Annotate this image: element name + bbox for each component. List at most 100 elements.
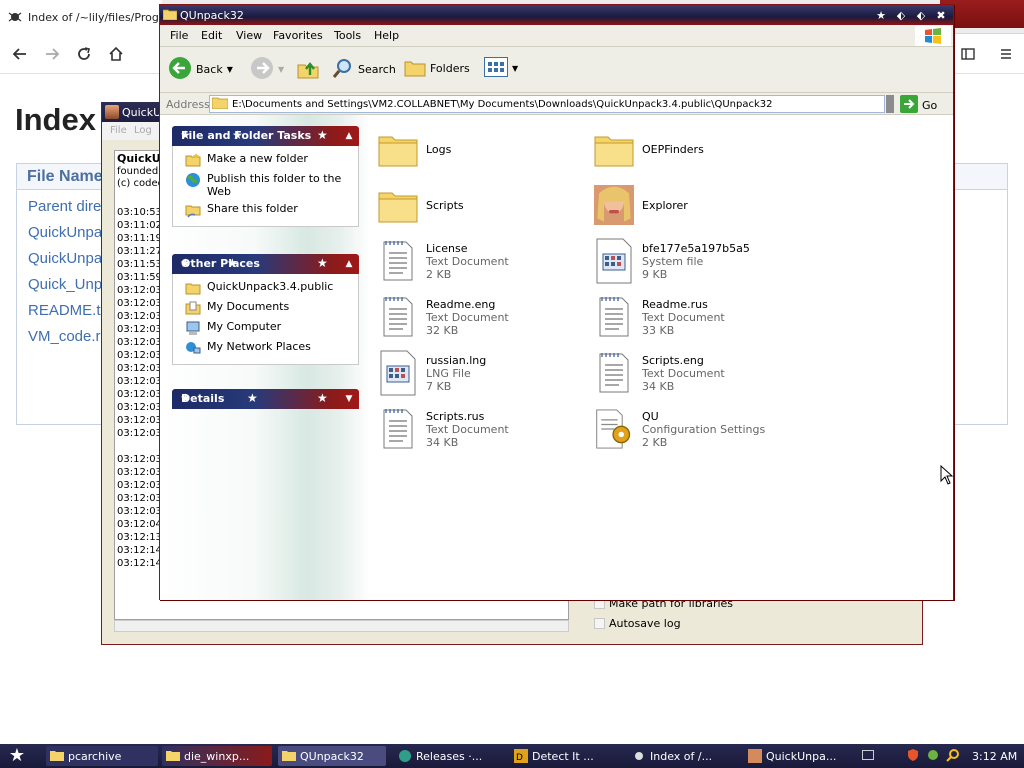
- star-icon[interactable]: ★: [872, 6, 890, 24]
- clock[interactable]: 3:12 AM: [972, 750, 1017, 763]
- horizontal-scrollbar[interactable]: [114, 620, 569, 632]
- file-item[interactable]: Readme.rus Text Document 33 KB: [594, 293, 725, 341]
- forward-arrow-icon[interactable]: [38, 40, 66, 68]
- taskbar-task-die-winxp[interactable]: die_winxp...: [162, 746, 272, 766]
- expand-chevron-icon[interactable]: ▼: [343, 393, 355, 405]
- file-text: OEPFinders: [642, 143, 704, 156]
- place-my-documents[interactable]: My Documents: [173, 298, 358, 318]
- menu-file[interactable]: File: [170, 29, 188, 42]
- security-shield-icon[interactable]: [906, 748, 920, 765]
- forward-button[interactable]: ▼: [250, 56, 284, 83]
- taskbar-task-releases[interactable]: Releases ·...: [394, 746, 502, 766]
- menu-view[interactable]: View: [236, 29, 262, 42]
- taskbar-task-detect-it[interactable]: D Detect It ...: [510, 746, 618, 766]
- home-icon[interactable]: [102, 40, 130, 68]
- file-item[interactable]: Readme.eng Text Document 32 KB: [378, 293, 509, 341]
- my-computer-icon: [185, 320, 201, 336]
- qu-menu-file[interactable]: File: [110, 125, 127, 136]
- file-item[interactable]: Scripts: [378, 181, 464, 229]
- file-item[interactable]: QU Configuration Settings 2 KB: [594, 405, 765, 453]
- place-my-computer[interactable]: My Computer: [173, 318, 358, 338]
- views-button[interactable]: ▼: [484, 57, 518, 80]
- back-button[interactable]: Back ▼: [168, 56, 233, 83]
- log-timestamp: 03:12:03: [117, 298, 162, 309]
- checkbox-label: Autosave log: [609, 617, 681, 630]
- file-link[interactable]: Quick_Unp: [28, 276, 102, 293]
- folder-icon: [282, 749, 296, 763]
- reload-icon[interactable]: [70, 40, 98, 68]
- taskbar-task-qunpack32[interactable]: QUnpack32: [278, 746, 386, 766]
- network-icon[interactable]: [926, 748, 940, 765]
- log-timestamp: 03:11:59: [117, 272, 162, 283]
- taskbar-task-pcarchive[interactable]: pcarchive: [46, 746, 158, 766]
- search-icon[interactable]: [946, 748, 960, 765]
- text-document-icon: [594, 293, 634, 341]
- qu-menu-log[interactable]: Log: [134, 125, 152, 136]
- collapse-chevron-icon[interactable]: ▲: [343, 258, 355, 270]
- log-timestamp: 03:12:03: [117, 324, 162, 335]
- file-text: License Text Document 2 KB: [426, 242, 509, 281]
- text-document-icon: [378, 237, 418, 285]
- publish-folder-task[interactable]: Publish this folder to the Web: [173, 170, 358, 200]
- log-timestamp: 03:12:03: [117, 415, 162, 426]
- file-item[interactable]: Logs: [378, 125, 451, 173]
- menu-help[interactable]: Help: [374, 29, 399, 42]
- file-item[interactable]: bfe177e5a197b5a5 System file 9 KB: [594, 237, 750, 285]
- file-link[interactable]: README.tx: [28, 302, 108, 319]
- dropdown-arrow-icon[interactable]: ▼: [512, 64, 518, 73]
- panel-body: QuickUnpack3.4.public My Documents My Co…: [172, 274, 359, 365]
- start-button[interactable]: ★: [4, 746, 30, 766]
- star-icon: ★: [317, 128, 328, 142]
- column-header-file-name[interactable]: File Name: [27, 168, 103, 186]
- autosave-log-checkbox[interactable]: Autosave log: [594, 617, 681, 630]
- share-folder-task[interactable]: Share this folder: [173, 200, 358, 220]
- taskbar-task-quickunpack[interactable]: QuickUnpa...: [744, 746, 852, 766]
- file-item[interactable]: russian.lng LNG File 7 KB: [378, 349, 486, 397]
- go-button[interactable]: Go: [900, 95, 937, 116]
- menu-tools[interactable]: Tools: [334, 29, 361, 42]
- dropdown-arrow-icon[interactable]: ▼: [227, 65, 233, 74]
- log-timestamp: 03:12:03: [117, 376, 162, 387]
- file-item[interactable]: OEPFinders: [594, 125, 704, 173]
- make-new-folder-task[interactable]: Make a new folder: [173, 150, 358, 170]
- menu-edit[interactable]: Edit: [201, 29, 222, 42]
- explorer-title: QUnpack32: [180, 8, 244, 22]
- address-dropdown-handle[interactable]: [886, 95, 894, 113]
- place-parent-folder[interactable]: QuickUnpack3.4.public: [173, 278, 358, 298]
- file-link[interactable]: Parent dire: [28, 198, 101, 215]
- maximize-button[interactable]: ⬖: [912, 6, 930, 24]
- file-type: Configuration Settings: [642, 422, 766, 436]
- panel-header[interactable]: File and Folder Tasks ★ ★ ★ ▲: [172, 126, 359, 146]
- log-timestamp: 03:12:03: [117, 389, 162, 400]
- file-item[interactable]: Explorer: [594, 181, 688, 229]
- collapse-chevron-icon[interactable]: ▲: [343, 130, 355, 142]
- panel-header[interactable]: Details ★ ★ ★ ▼: [172, 389, 359, 409]
- file-name: Logs: [426, 142, 452, 156]
- sidebar-toggle-icon[interactable]: [954, 40, 982, 68]
- explorer-titlebar[interactable]: QUnpack32 ★ ⬖ ⬖ ✖: [160, 5, 953, 25]
- browser-tab[interactable]: Index of /~lily/files/Programs: [0, 0, 162, 34]
- dropdown-arrow-icon[interactable]: ▼: [278, 65, 284, 74]
- file-link[interactable]: QuickUnpa: [28, 250, 102, 267]
- search-button[interactable]: Search: [332, 57, 396, 82]
- back-arrow-icon[interactable]: [6, 40, 34, 68]
- place-my-network-places[interactable]: My Network Places: [173, 338, 358, 358]
- file-item[interactable]: License Text Document 2 KB: [378, 237, 509, 285]
- taskbar-task-index-of[interactable]: Index of /...: [628, 746, 736, 766]
- minimize-button[interactable]: ⬖: [892, 6, 910, 24]
- file-item[interactable]: Scripts.eng Text Document 34 KB: [594, 349, 725, 397]
- checkbox-box[interactable]: [594, 618, 605, 629]
- menu-favorites[interactable]: Favorites: [273, 29, 323, 42]
- file-link[interactable]: VM_code.r: [28, 328, 101, 345]
- place-label: My Computer: [207, 320, 282, 333]
- panel-header[interactable]: Other Places ★ ★ ★ ▲: [172, 254, 359, 274]
- hamburger-menu-icon[interactable]: [992, 40, 1020, 68]
- file-link[interactable]: QuickUnpa: [28, 224, 102, 241]
- address-input[interactable]: E:\Documents and Settings\VM2.COLLABNET\…: [209, 95, 885, 113]
- up-folder-button[interactable]: [296, 57, 320, 84]
- folders-button[interactable]: Folders: [404, 57, 470, 80]
- close-button[interactable]: ✖: [932, 6, 950, 24]
- keyboard-icon[interactable]: [862, 750, 874, 760]
- file-item[interactable]: Scripts.rus Text Document 34 KB: [378, 405, 509, 453]
- spider-favicon-icon: [8, 10, 22, 24]
